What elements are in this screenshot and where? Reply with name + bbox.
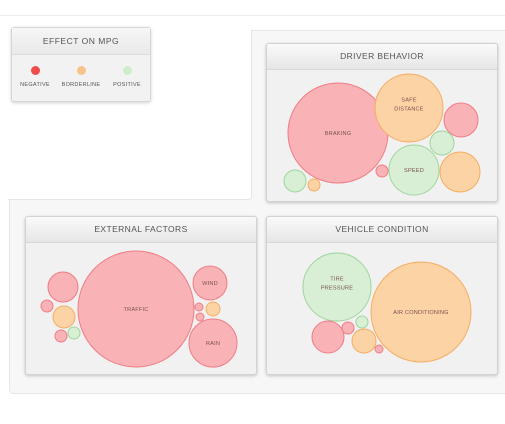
vehicle-condition-bubbles: TIRE PRESSURE AIR CONDITIONING <box>302 252 472 363</box>
external-factors-card: EXTERNAL FACTORS TRAFFIC WIND RAIN <box>25 216 257 375</box>
bubble-label-line: BRAKING <box>325 131 352 137</box>
wind-label: WIND <box>202 281 218 287</box>
legend-item-positive: POSITIVE <box>104 66 150 88</box>
external-minor-bubble[interactable] <box>205 301 221 317</box>
vehicle-condition-card: VEHICLE CONDITION TIRE PRESSURE AIR CONDI… <box>266 216 498 375</box>
legend-label-borderline: BORDERLINE <box>61 82 101 88</box>
bubble-label-line: SPEED <box>404 168 424 174</box>
positive-dot-icon <box>122 66 132 75</box>
vehicle-minor-bubble[interactable] <box>374 344 384 354</box>
driver-behavior-bubbles: BRAKING SAFE DISTANCE SPEED <box>283 73 481 196</box>
speed-label: SPEED <box>404 168 424 174</box>
driver-minor-bubble[interactable] <box>307 178 321 192</box>
external-minor-bubble[interactable] <box>194 302 204 312</box>
bubble-label-line: SAFE <box>401 98 416 104</box>
driver-minor-bubble[interactable] <box>443 102 479 138</box>
bubble-label-line: AIR CONDITIONING <box>393 310 448 316</box>
legend-label-negative: NEGATIVE <box>20 82 50 88</box>
negative-dot-icon <box>30 66 40 75</box>
bubble-label-line: PRESSURE <box>321 286 353 292</box>
bubble-label-line: TRAFFIC <box>123 307 148 313</box>
mpg-legend: EFFECT ON MPG NEGATIVE BORDERLINE POSITI… <box>11 27 151 102</box>
legend-item-negative: NEGATIVE <box>12 66 58 88</box>
external-minor-bubble[interactable] <box>54 329 68 343</box>
legend-item-borderline: BORDERLINE <box>58 66 104 88</box>
driver-behavior-card: DRIVER BEHAVIOR BRAKING SAFE DISTANCE SPE… <box>266 43 498 202</box>
external-minor-bubble[interactable] <box>40 299 54 313</box>
rain-label: RAIN <box>206 341 220 347</box>
traffic-label: TRAFFIC <box>123 307 148 313</box>
vehicle-minor-bubble[interactable] <box>311 320 345 354</box>
bubble-label-line: TIRE <box>330 277 344 283</box>
borderline-dot-icon <box>76 66 86 75</box>
legend-title: EFFECT ON MPG <box>12 28 150 55</box>
external-minor-bubble[interactable] <box>47 271 79 303</box>
bubble-label-line: RAIN <box>206 341 220 347</box>
external-minor-bubble[interactable] <box>195 312 205 322</box>
external-minor-bubble[interactable] <box>52 305 76 329</box>
braking-label: BRAKING <box>325 131 352 137</box>
driver-minor-bubble[interactable] <box>375 164 389 178</box>
vehicle-minor-bubble[interactable] <box>351 328 377 354</box>
legend-label-positive: POSITIVE <box>113 82 141 88</box>
vehicle-minor-bubble[interactable] <box>355 315 369 329</box>
air-conditioning-label: AIR CONDITIONING <box>393 310 448 316</box>
bubble-label-line: WIND <box>202 281 218 287</box>
top-divider <box>0 15 505 16</box>
vehicle-minor-bubble[interactable] <box>341 321 355 335</box>
bubble-label-line: DISTANCE <box>394 107 424 113</box>
driver-minor-bubble[interactable] <box>283 169 307 193</box>
external-factors-bubbles: TRAFFIC WIND RAIN <box>40 250 238 368</box>
driver-minor-bubble[interactable] <box>429 130 455 156</box>
driver-minor-bubble[interactable] <box>439 151 481 193</box>
external-minor-bubble[interactable] <box>67 326 81 340</box>
